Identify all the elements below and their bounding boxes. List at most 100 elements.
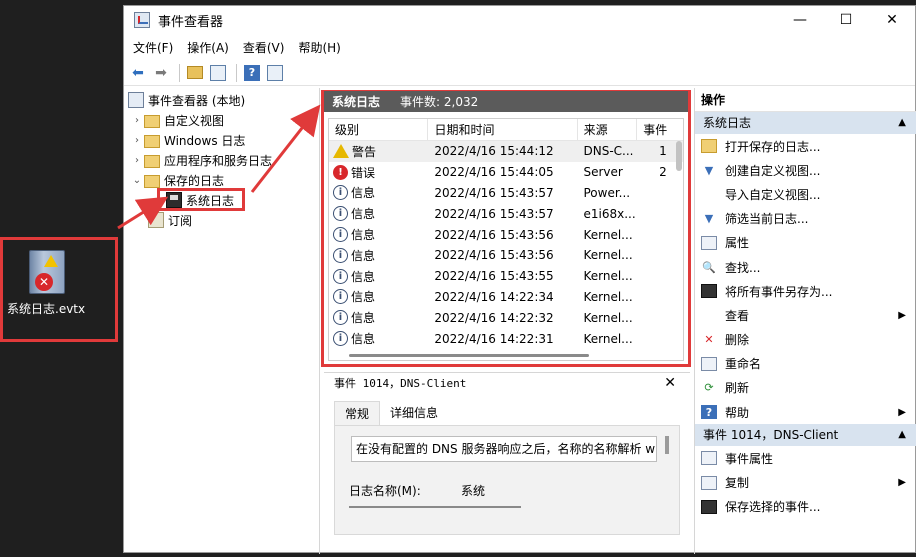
toolbar-separator bbox=[236, 63, 237, 82]
event-row[interactable]: i 信息 2022/4/16 15:43:56 Kernel... bbox=[329, 245, 683, 266]
tree-root[interactable]: 事件查看器 (本地) bbox=[128, 90, 245, 110]
event-row[interactable]: 警告 2022/4/16 15:44:12 DNS-C... 1 bbox=[329, 141, 683, 162]
action-label: 打开保存的日志... bbox=[725, 139, 821, 154]
action-item[interactable]: ? 帮助 ▶ bbox=[695, 400, 916, 424]
center-pane: 系统日志 事件数: 2,032 级别 日期和时间 来源 事件 警告 2022/4/… bbox=[321, 88, 693, 554]
action-item[interactable]: 🔍 查找... bbox=[695, 255, 916, 279]
detail-horizontal-scrollbar[interactable] bbox=[349, 506, 521, 508]
forward-arrow-icon[interactable]: ➡ bbox=[151, 63, 171, 83]
cell-source: DNS-C... bbox=[583, 144, 634, 159]
action-item[interactable]: 复制 ▶ bbox=[695, 470, 916, 494]
action-item[interactable]: 事件属性 bbox=[695, 446, 916, 470]
column-source[interactable]: 来源 bbox=[578, 119, 638, 140]
chevron-right-icon[interactable]: › bbox=[130, 115, 144, 126]
close-icon[interactable]: ✕ bbox=[664, 375, 676, 391]
info-icon: i bbox=[333, 185, 348, 201]
tree-root-label: 事件查看器 (本地) bbox=[148, 93, 246, 108]
column-datetime[interactable]: 日期和时间 bbox=[428, 119, 578, 140]
back-arrow-icon[interactable]: ⬅ bbox=[128, 63, 148, 83]
highlight-box bbox=[157, 188, 245, 211]
cell-datetime: 2022/4/16 15:43:57 bbox=[434, 185, 554, 200]
info-icon: i bbox=[333, 268, 348, 284]
cell-source: Kernel... bbox=[583, 248, 633, 263]
event-row[interactable]: i 信息 2022/4/16 15:43:56 Kernel... bbox=[329, 224, 683, 245]
cell-source: Power... bbox=[583, 185, 631, 200]
folder-icon bbox=[144, 114, 160, 128]
menu-action[interactable]: 操作(A) bbox=[187, 39, 229, 56]
tree-item-custom-views[interactable]: › 自定义视图 bbox=[130, 110, 224, 130]
detail-tabs: 常规 详细信息 bbox=[334, 401, 448, 425]
event-row[interactable]: i 信息 2022/4/16 15:43:57 e1i68x... bbox=[329, 203, 683, 224]
message-scrollbar[interactable] bbox=[665, 436, 669, 454]
action-item[interactable]: 属性 bbox=[695, 231, 916, 255]
properties-icon bbox=[701, 235, 717, 250]
collapse-icon[interactable]: ▲ bbox=[898, 424, 906, 446]
detail-title: 事件 1014，DNS-Client bbox=[334, 377, 467, 390]
action-item[interactable]: 导入自定义视图... bbox=[695, 182, 916, 206]
event-row[interactable]: ! 错误 2022/4/16 15:44:05 Server 2 bbox=[329, 162, 683, 183]
action-item[interactable]: ⟳ 刷新 bbox=[695, 376, 916, 400]
event-row[interactable]: i 信息 2022/4/16 14:22:32 Kernel... bbox=[329, 307, 683, 328]
show-hide-tree-icon[interactable] bbox=[208, 63, 228, 83]
event-viewer-icon bbox=[134, 12, 150, 28]
close-button[interactable]: ✕ bbox=[869, 6, 915, 34]
tree-item-saved-logs[interactable]: ⌄ 保存的日志 bbox=[130, 170, 224, 190]
event-row[interactable]: i 信息 2022/4/16 14:22:31 Kernel... bbox=[329, 328, 683, 349]
tree-item-label: Windows 日志 bbox=[164, 133, 246, 148]
event-row[interactable]: i 信息 2022/4/16 15:43:57 Power... bbox=[329, 183, 683, 204]
minimize-button[interactable]: — bbox=[777, 6, 823, 34]
level-text: 信息 bbox=[351, 311, 376, 326]
tab-details[interactable]: 详细信息 bbox=[380, 401, 448, 425]
action-item[interactable]: 重命名 bbox=[695, 352, 916, 376]
tab-general[interactable]: 常规 bbox=[334, 401, 381, 425]
help-icon[interactable]: ? bbox=[242, 63, 262, 83]
filter-icon: ▼ bbox=[704, 212, 714, 226]
column-level[interactable]: 级别 bbox=[329, 119, 429, 140]
action-item[interactable]: 将所有事件另存为... bbox=[695, 279, 916, 303]
up-folder-icon[interactable] bbox=[185, 63, 205, 83]
chevron-right-icon[interactable]: › bbox=[130, 155, 144, 166]
vertical-scrollbar[interactable] bbox=[676, 141, 682, 171]
action-label: 保存选择的事件... bbox=[725, 500, 821, 515]
submenu-arrow-icon: ▶ bbox=[898, 309, 906, 321]
tree-item-windows-logs[interactable]: › Windows 日志 bbox=[130, 130, 245, 150]
menu-help[interactable]: 帮助(H) bbox=[298, 39, 340, 56]
column-event-id[interactable]: 事件 bbox=[637, 119, 683, 140]
event-row[interactable]: i 信息 2022/4/16 15:43:55 Kernel... bbox=[329, 266, 683, 287]
log-name-label: 日志名称(M): bbox=[349, 484, 421, 498]
action-item[interactable]: 保存选择的事件... bbox=[695, 495, 916, 519]
navigation-tree: 事件查看器 (本地) › 自定义视图 › Windows 日志 › 应用程序和服… bbox=[124, 88, 320, 554]
maximize-button[interactable]: ☐ bbox=[823, 6, 869, 34]
help-icon: ? bbox=[701, 405, 717, 420]
chevron-right-icon[interactable]: › bbox=[130, 135, 144, 146]
action-item[interactable]: ▼ 创建自定义视图... bbox=[695, 158, 916, 182]
desktop-file-evtx[interactable]: ✕ 系统日志.evtx bbox=[0, 237, 118, 342]
group-label: 事件 1014，DNS-Client bbox=[703, 428, 839, 443]
log-name-value: 系统 bbox=[461, 484, 486, 498]
collapse-icon[interactable]: ▲ bbox=[898, 112, 906, 134]
action-label: 创建自定义视图... bbox=[725, 163, 821, 178]
chevron-down-icon[interactable]: ⌄ bbox=[130, 175, 144, 186]
horizontal-scrollbar[interactable] bbox=[349, 354, 589, 357]
tree-item-app-service-logs[interactable]: › 应用程序和服务日志 bbox=[130, 150, 272, 170]
action-label: 属性 bbox=[725, 236, 750, 251]
actions-group-event[interactable]: 事件 1014，DNS-Client ▲ bbox=[695, 424, 916, 447]
level-text: 信息 bbox=[351, 207, 376, 222]
tree-item-subscriptions[interactable]: 订阅 bbox=[148, 210, 192, 230]
action-item[interactable]: ✕ 删除 bbox=[695, 328, 916, 352]
action-item[interactable]: 打开保存的日志... bbox=[695, 134, 916, 158]
action-item[interactable]: 查看 ▶ bbox=[695, 303, 916, 327]
show-hide-action-pane-icon[interactable] bbox=[265, 63, 285, 83]
event-row[interactable]: i 信息 2022/4/16 14:22:34 Kernel... bbox=[329, 287, 683, 308]
toolbar-separator bbox=[179, 63, 180, 82]
tree-item-label: 应用程序和服务日志 bbox=[164, 153, 273, 168]
action-label: 导入自定义视图... bbox=[725, 187, 821, 202]
info-icon: i bbox=[333, 331, 348, 347]
group-label: 系统日志 bbox=[703, 116, 752, 130]
menu-file[interactable]: 文件(F) bbox=[133, 39, 173, 56]
actions-group-system-log[interactable]: 系统日志 ▲ bbox=[695, 112, 916, 134]
error-icon: ! bbox=[333, 164, 348, 180]
level-text: 信息 bbox=[351, 290, 376, 305]
action-item[interactable]: ▼ 筛选当前日志... bbox=[695, 207, 916, 231]
menu-view[interactable]: 查看(V) bbox=[243, 39, 285, 56]
